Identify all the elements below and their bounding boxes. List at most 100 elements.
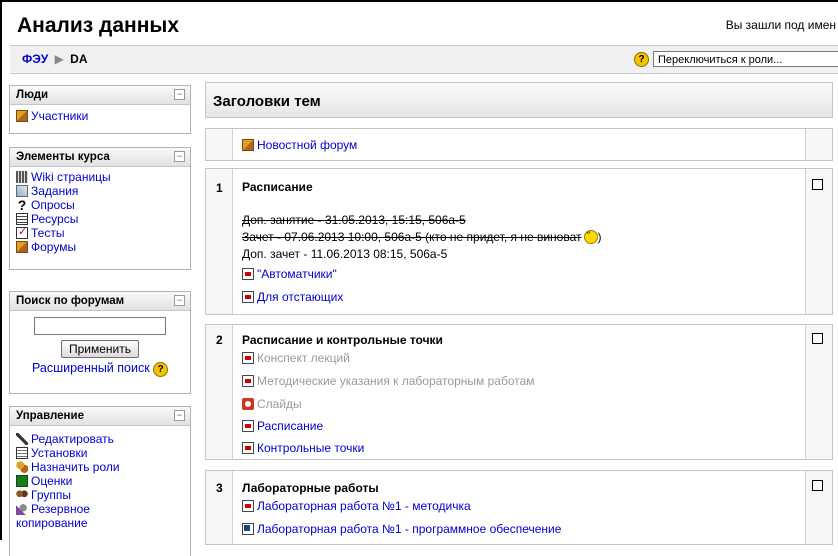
admin-item-grades[interactable]: Оценки bbox=[16, 474, 184, 488]
section-left-column: 1 bbox=[206, 169, 233, 314]
topics-header: Заголовки тем bbox=[205, 82, 833, 118]
advanced-search: Расширенный поиск ? bbox=[10, 361, 190, 377]
block-title: Элементы курса bbox=[16, 151, 110, 163]
resource-link[interactable]: "Автоматчики" bbox=[257, 267, 337, 281]
highlight-box-icon[interactable] bbox=[812, 179, 823, 190]
section-3: 3 Лабораторные работы Лабораторная работ… bbox=[205, 470, 833, 545]
apply-search-button[interactable]: Применить bbox=[61, 340, 139, 358]
activity-item-wiki[interactable]: Wiki страницы bbox=[16, 170, 184, 184]
section-number: 3 bbox=[216, 481, 223, 495]
highlight-box-icon[interactable] bbox=[812, 480, 823, 491]
block-title: Поиск по форумам bbox=[16, 295, 125, 307]
participants-link[interactable]: Участники bbox=[31, 109, 88, 123]
people-item-participants[interactable]: Участники bbox=[16, 109, 184, 123]
resource-link[interactable]: Для отстающих bbox=[257, 290, 343, 304]
page-header: Анализ данных Вы зашли под имен bbox=[2, 2, 838, 42]
quizzes-link[interactable]: Тесты bbox=[31, 226, 64, 240]
groups-link[interactable]: Группы bbox=[31, 488, 71, 502]
forums-link[interactable]: Форумы bbox=[31, 240, 76, 254]
pdf-icon bbox=[242, 442, 254, 454]
assign-roles-link[interactable]: Назначить роли bbox=[31, 460, 120, 474]
choices-link[interactable]: Опросы bbox=[31, 198, 75, 212]
forum-icon bbox=[16, 241, 28, 253]
admin-item-settings[interactable]: Установки bbox=[16, 446, 184, 460]
wiki-link[interactable]: Wiki страницы bbox=[31, 170, 111, 184]
breadcrumb-home-link[interactable]: ФЭУ bbox=[22, 52, 48, 66]
advanced-search-link[interactable]: Расширенный поиск bbox=[32, 361, 150, 375]
help-icon[interactable]: ? bbox=[634, 52, 649, 67]
admin-item-groups[interactable]: Группы bbox=[16, 488, 184, 502]
wiki-icon bbox=[16, 171, 28, 183]
collapse-icon[interactable]: − bbox=[174, 151, 185, 162]
resources-link[interactable]: Ресурсы bbox=[31, 212, 78, 226]
highlight-box-icon[interactable] bbox=[812, 333, 823, 344]
pdf-icon bbox=[242, 352, 254, 364]
resource-link[interactable]: Расписание bbox=[257, 419, 323, 433]
resource-link[interactable]: Лабораторная работа №1 - методичка bbox=[257, 499, 471, 513]
resource-item[interactable]: Расписание bbox=[242, 419, 323, 433]
resource-link[interactable]: Конспект лекций bbox=[257, 351, 350, 365]
activity-item-assignments[interactable]: Задания bbox=[16, 184, 184, 198]
people-block: Люди − Участники bbox=[9, 85, 191, 134]
grades-link[interactable]: Оценки bbox=[31, 474, 72, 488]
news-forum-item[interactable]: Новостной форум bbox=[242, 138, 357, 152]
settings-link[interactable]: Установки bbox=[31, 446, 87, 460]
admin-item-assign-roles[interactable]: Назначить роли bbox=[16, 460, 184, 474]
section-left-column: 3 bbox=[206, 471, 233, 544]
edit-link[interactable]: Редактировать bbox=[31, 432, 114, 446]
settings-icon bbox=[16, 447, 28, 459]
section-right-column bbox=[805, 471, 832, 544]
activity-item-quizzes[interactable]: Тесты bbox=[16, 225, 184, 240]
schedule-note: Доп. зачет - 11.06.2013 08:15, 506а-5 bbox=[242, 247, 448, 261]
help-icon[interactable]: ? bbox=[153, 362, 169, 377]
resource-item[interactable]: Лабораторная работа №1 - программное обе… bbox=[242, 522, 561, 536]
schedule-line-struck-1: Доп. занятие - 31.05.2013, 15:15, 506а-5 bbox=[242, 213, 466, 227]
backup-link-continuation[interactable]: копирование bbox=[16, 516, 88, 530]
resource-link[interactable]: Контрольные точки bbox=[257, 441, 364, 455]
backup-link[interactable]: Резервное bbox=[31, 502, 90, 516]
question-icon: ? bbox=[17, 197, 27, 213]
login-info: Вы зашли под имен bbox=[725, 18, 836, 32]
collapse-icon[interactable]: − bbox=[174, 295, 185, 306]
admin-item-backup[interactable]: Резервное bbox=[16, 502, 184, 516]
grades-icon bbox=[16, 475, 28, 487]
section-right-column bbox=[805, 325, 832, 459]
assignment-icon bbox=[16, 185, 28, 197]
assignments-link[interactable]: Задания bbox=[31, 184, 78, 198]
section-title: Лабораторные работы bbox=[242, 481, 379, 495]
news-forum-link[interactable]: Новостной форум bbox=[257, 138, 357, 152]
resource-link[interactable]: Методические указания к лабораторным раб… bbox=[257, 374, 535, 388]
schedule-line-struck-2: Зачет - 07.06.2013 10:00, 506а-5 (кто не… bbox=[242, 228, 602, 244]
breadcrumb: ФЭУ ▶ DA bbox=[22, 52, 88, 66]
resource-item[interactable]: Контрольные точки bbox=[242, 441, 364, 455]
resource-item[interactable]: Конспект лекций bbox=[242, 351, 350, 365]
resource-item[interactable]: Слайды bbox=[242, 397, 302, 411]
activity-item-forums[interactable]: Форумы bbox=[16, 240, 184, 254]
resource-item[interactable]: Для отстающих bbox=[242, 290, 343, 304]
collapse-icon[interactable]: − bbox=[174, 89, 185, 100]
activity-item-resources[interactable]: Ресурсы bbox=[16, 212, 184, 226]
document-icon bbox=[242, 523, 254, 535]
admin-item-backup-cont[interactable]: копирование bbox=[16, 516, 184, 530]
section-left-column bbox=[206, 129, 233, 160]
forum-search-input[interactable] bbox=[34, 317, 166, 335]
backup-icon bbox=[16, 503, 28, 515]
resource-item[interactable]: Лабораторная работа №1 - методичка bbox=[242, 499, 471, 513]
roles-icon bbox=[16, 461, 28, 473]
resource-link[interactable]: Слайды bbox=[257, 397, 302, 411]
pdf-icon bbox=[242, 500, 254, 512]
activity-item-choices[interactable]: ? Опросы bbox=[16, 198, 184, 212]
resource-item[interactable]: "Автоматчики" bbox=[242, 267, 337, 281]
resource-item[interactable]: Методические указания к лабораторным раб… bbox=[242, 374, 535, 388]
activities-block-header: Элементы курса − bbox=[10, 148, 190, 167]
section-0: Новостной форум bbox=[205, 128, 833, 161]
activities-block: Элементы курса − Wiki страницы Задания ?… bbox=[9, 147, 191, 270]
resource-link[interactable]: Лабораторная работа №1 - программное обе… bbox=[257, 522, 561, 536]
switch-role-select[interactable]: Переключиться к роли... bbox=[653, 51, 838, 67]
participants-icon bbox=[16, 110, 28, 122]
admin-item-edit[interactable]: Редактировать bbox=[16, 432, 184, 446]
section-2: 2 Расписание и контрольные точки Конспек… bbox=[205, 324, 833, 460]
smiley-icon bbox=[583, 228, 598, 244]
collapse-icon[interactable]: − bbox=[174, 410, 185, 421]
section-number: 2 bbox=[216, 333, 223, 347]
